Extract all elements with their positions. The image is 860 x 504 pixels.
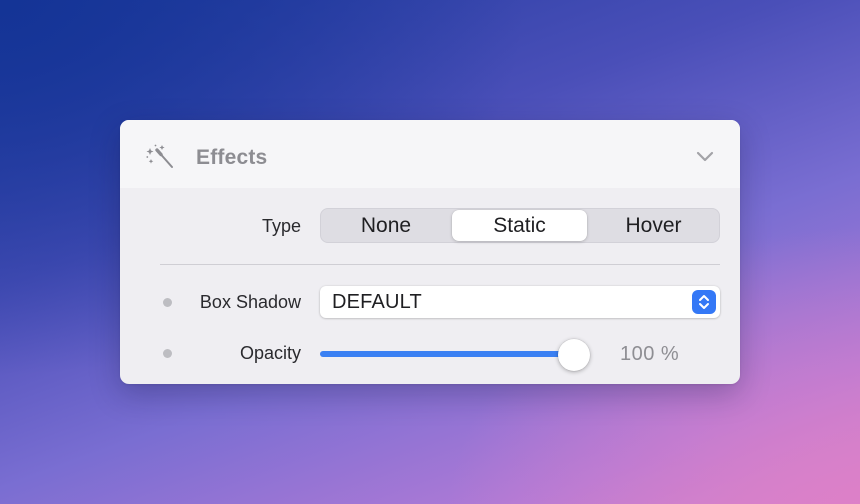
type-option-static[interactable]: Static xyxy=(452,210,587,241)
type-option-hover[interactable]: Hover xyxy=(588,210,719,241)
opacity-label: Opacity xyxy=(239,343,301,363)
stepper-icon[interactable] xyxy=(692,290,716,314)
type-option-none[interactable]: None xyxy=(321,210,451,241)
box-shadow-indicator-dot xyxy=(163,298,172,307)
opacity-slider-fill xyxy=(320,351,574,357)
opacity-value: 100 % xyxy=(620,343,680,365)
type-label: Type xyxy=(261,216,301,236)
type-segmented-control: None Static Hover xyxy=(320,208,720,243)
divider xyxy=(160,264,720,265)
magic-wand-icon xyxy=(146,144,173,168)
panel-title: Effects xyxy=(196,146,268,169)
opacity-slider-thumb[interactable] xyxy=(558,339,590,371)
effects-panel: Effects Type None Static Hover Box Shado… xyxy=(120,120,740,384)
box-shadow-select[interactable]: DEFAULT xyxy=(320,286,720,318)
opacity-slider-track xyxy=(320,351,578,357)
chevron-down-icon[interactable] xyxy=(696,151,714,163)
box-shadow-label: Box Shadow xyxy=(199,292,301,312)
panel-header[interactable]: Effects xyxy=(120,120,740,188)
opacity-slider[interactable] xyxy=(320,338,590,372)
box-shadow-value: DEFAULT xyxy=(332,291,422,313)
opacity-indicator-dot xyxy=(163,349,172,358)
